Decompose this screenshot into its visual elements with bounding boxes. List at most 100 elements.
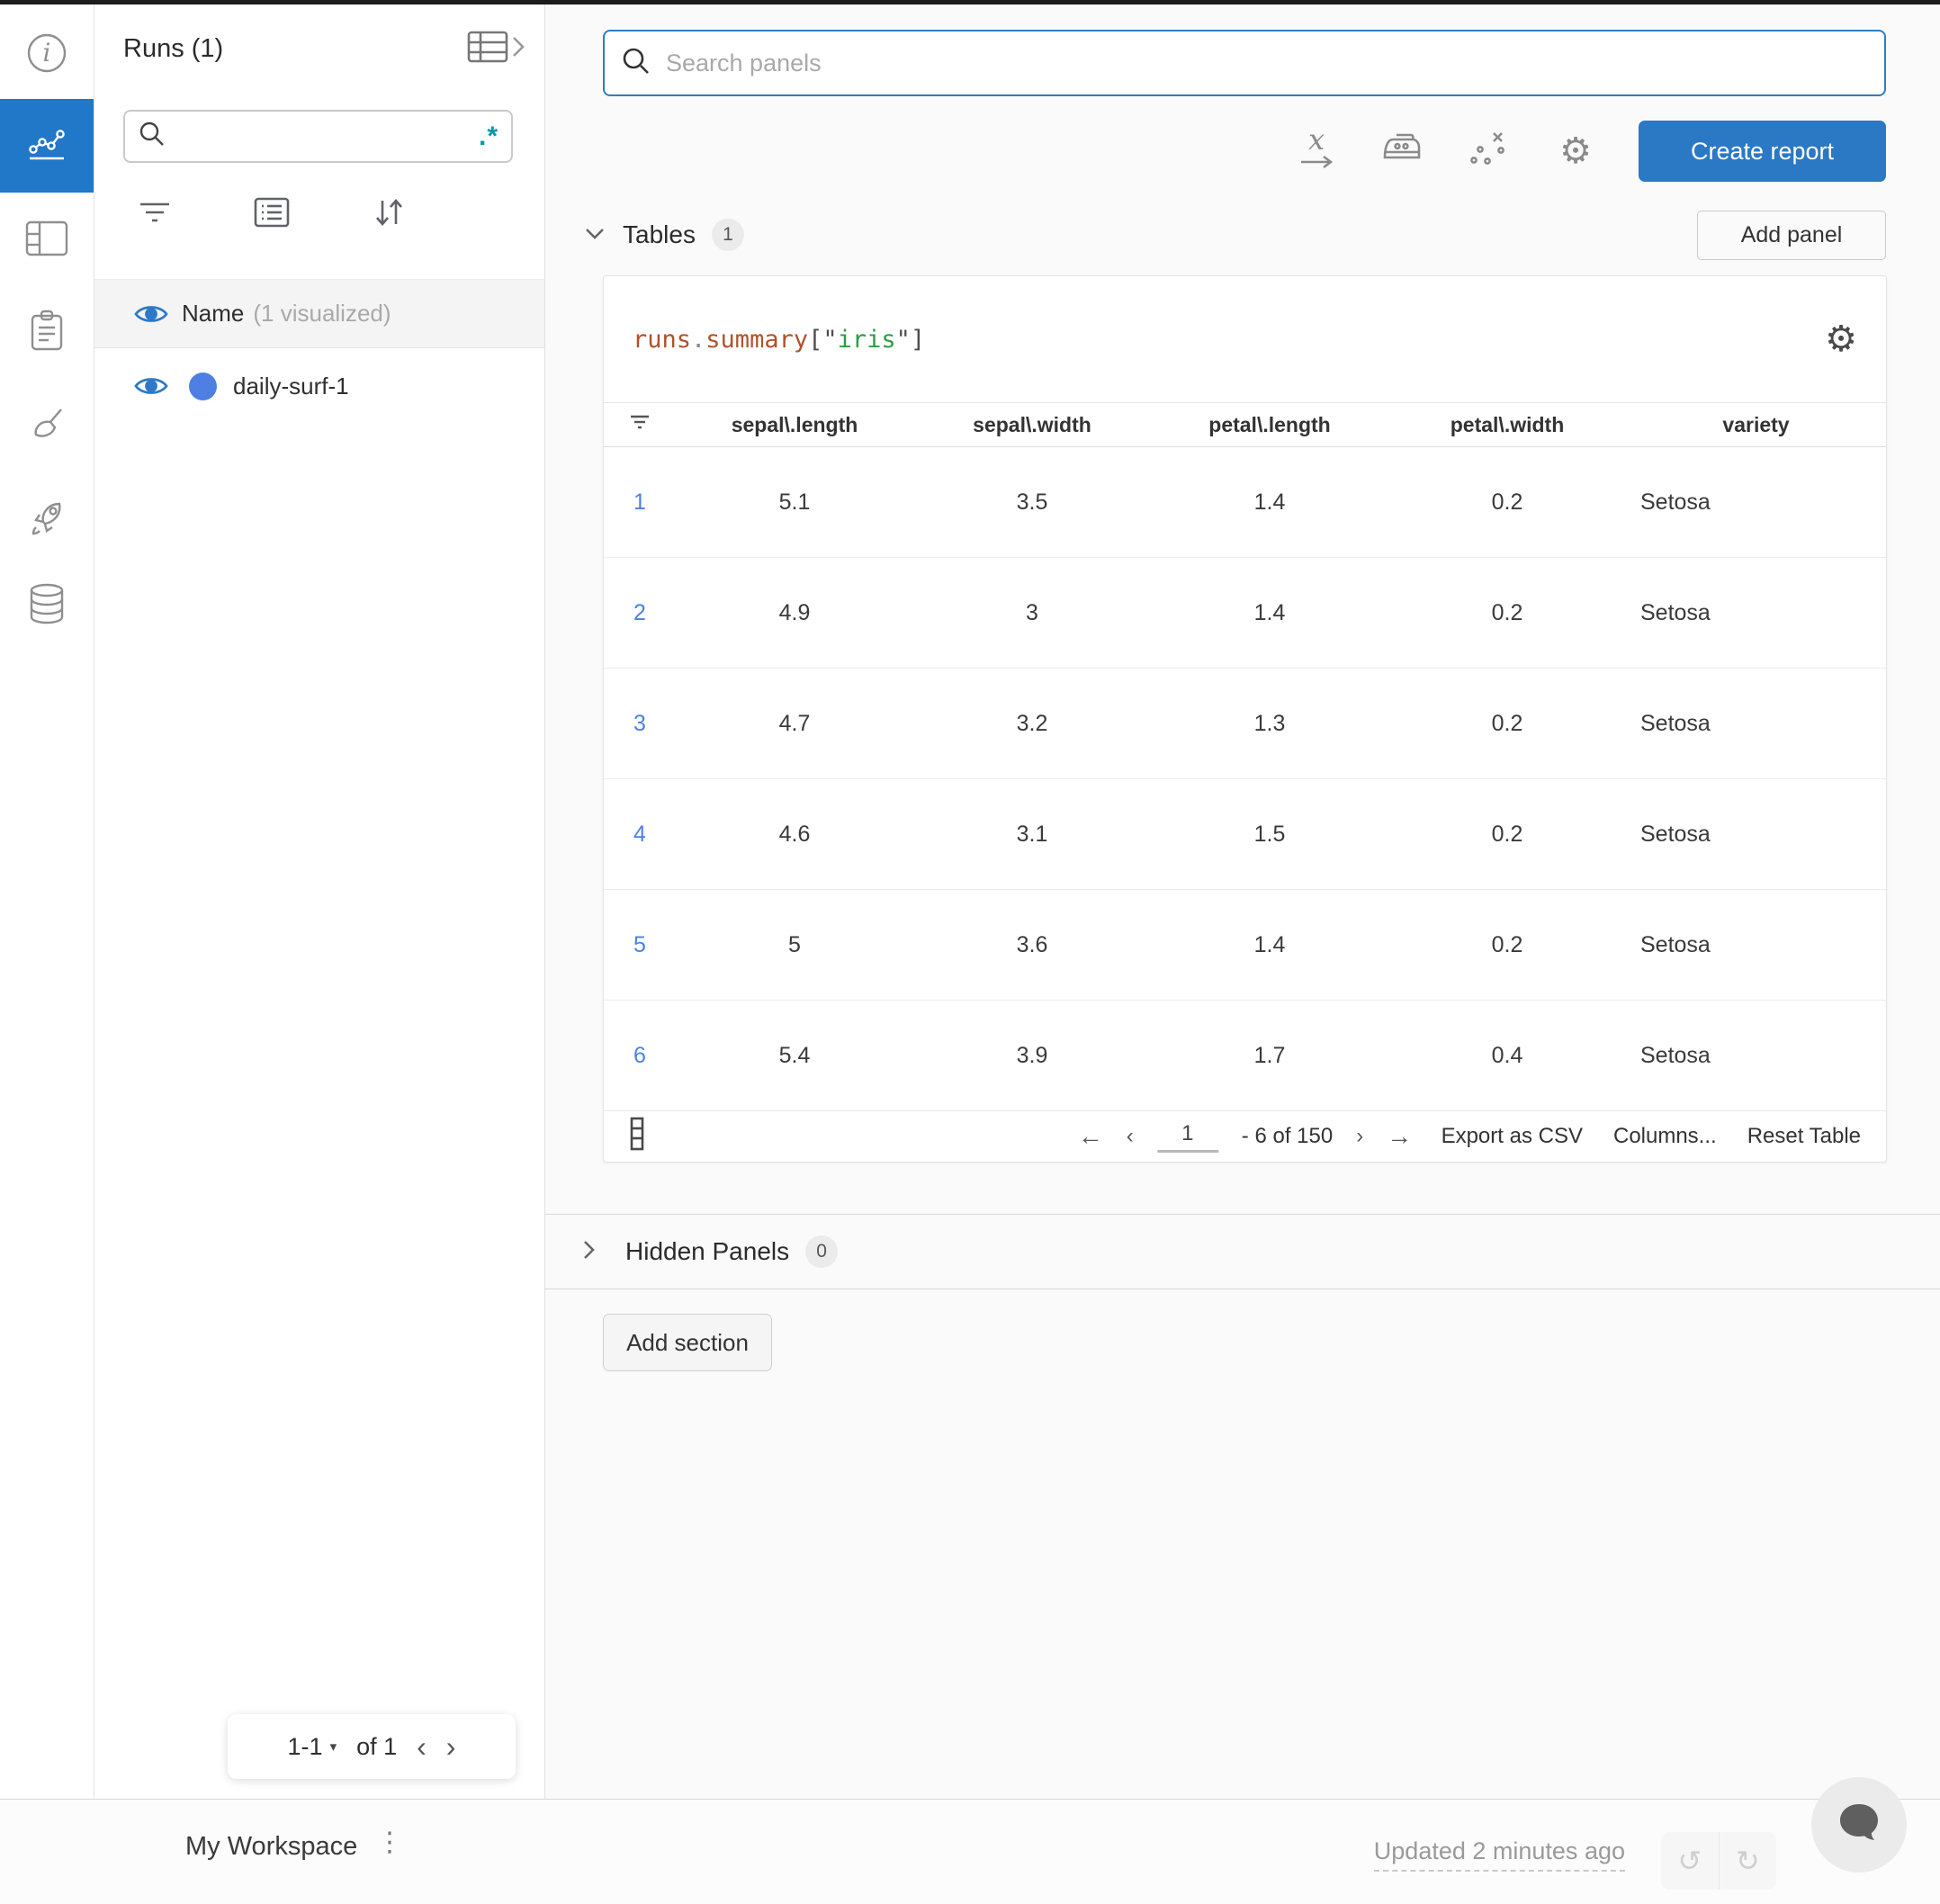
cell-value: Setosa <box>1640 489 1711 515</box>
code-bracket: ] <box>910 325 926 354</box>
outliers-icon <box>1468 128 1511 175</box>
cell-value: 3.6 <box>1016 931 1048 957</box>
reset-table-button[interactable]: Reset Table <box>1747 1124 1861 1149</box>
runs-table-expand-button[interactable] <box>467 30 526 68</box>
outliers-settings-button[interactable] <box>1464 126 1514 176</box>
workspace-settings-button[interactable]: ⚙ <box>1550 126 1601 176</box>
sweep-button[interactable] <box>0 395 94 460</box>
runs-panel-title: Runs (1) <box>123 34 224 63</box>
cell-value: 3.2 <box>1016 710 1048 736</box>
gear-icon: ⚙ <box>1559 130 1592 172</box>
notes-button[interactable] <box>0 301 94 365</box>
cell-value: 0.2 <box>1491 821 1523 847</box>
table-filter-button[interactable] <box>604 412 676 437</box>
panels-layout-button[interactable] <box>0 208 94 273</box>
caret-down-icon: ▾ <box>329 1739 337 1755</box>
cell-value: 1.4 <box>1253 599 1286 625</box>
table-panel-card: runs.summary["iris"] ⚙ sepal\.length sep… <box>603 275 1887 1163</box>
code-dot: . <box>691 325 706 354</box>
updated-timestamp[interactable]: Updated 2 minutes ago <box>1373 1837 1625 1872</box>
cell-value: Setosa <box>1640 931 1711 957</box>
column-header[interactable]: sepal\.width <box>913 413 1151 437</box>
runs-next-page-icon[interactable]: › <box>446 1732 456 1761</box>
cell-value: 1.4 <box>1253 931 1286 957</box>
row-index-link[interactable]: 6 <box>604 1043 676 1069</box>
column-header[interactable]: sepal\.length <box>676 413 913 437</box>
cell-value: 0.2 <box>1491 599 1523 625</box>
runs-prev-page-icon[interactable]: ‹ <box>417 1732 427 1761</box>
sort-runs-button[interactable] <box>357 189 420 239</box>
cell-value: 4.7 <box>778 710 811 736</box>
cell-value: 4.6 <box>778 821 811 847</box>
table-pagination-bar: ← ‹ - 6 of 150 › → Export as CSV Columns… <box>604 1111 1886 1162</box>
undo-icon[interactable]: ↺ <box>1661 1832 1720 1890</box>
cell-value: Setosa <box>1640 710 1711 736</box>
first-page-icon[interactable]: ← <box>1078 1124 1103 1149</box>
create-report-button[interactable]: Create report <box>1639 121 1886 182</box>
group-runs-button[interactable] <box>240 189 303 239</box>
tables-collapse-toggle[interactable] <box>583 225 614 246</box>
launch-button[interactable] <box>0 488 94 552</box>
row-index-link[interactable]: 1 <box>604 489 676 516</box>
column-view-icon[interactable] <box>629 1116 645 1158</box>
cell-value: 0.2 <box>1491 931 1523 957</box>
info-button[interactable]: i <box>0 22 94 87</box>
chevron-right-icon <box>510 32 526 66</box>
filter-runs-button[interactable] <box>123 189 186 239</box>
x-axis-icon: x <box>1296 122 1337 177</box>
next-page-icon[interactable]: › <box>1356 1126 1363 1147</box>
svg-text:x: x <box>1308 126 1325 157</box>
run-row-daily-surf-1[interactable]: daily-surf-1 <box>94 349 544 423</box>
chevron-down-icon <box>583 225 606 246</box>
row-index-link[interactable]: 3 <box>604 711 676 737</box>
redo-icon[interactable]: ↻ <box>1720 1832 1777 1890</box>
runs-search-input[interactable] <box>166 122 479 150</box>
eye-visibility-icon[interactable] <box>133 301 169 327</box>
page-number-input[interactable] <box>1156 1120 1218 1153</box>
row-index-link[interactable]: 2 <box>604 600 676 626</box>
cell-value: 1.5 <box>1253 821 1286 847</box>
runs-table-icon <box>467 30 508 68</box>
hidden-panels-toggle[interactable] <box>580 1238 611 1266</box>
runs-pagination: 1-1 ▾ of 1 ‹ › <box>228 1714 516 1779</box>
columns-button[interactable]: Columns... <box>1613 1124 1717 1149</box>
panel-settings-gear-icon[interactable]: ⚙ <box>1825 321 1857 357</box>
smoothing-settings-button[interactable] <box>1378 126 1428 176</box>
x-axis-settings-button[interactable]: x <box>1291 122 1342 177</box>
tables-section-title: Tables <box>623 220 696 248</box>
filter-icon <box>628 412 651 437</box>
cell-value: 1.4 <box>1253 489 1286 515</box>
charts-tab-active[interactable] <box>0 99 94 193</box>
row-index-link[interactable]: 4 <box>604 822 676 848</box>
runs-sidebar: Runs (1) .* Name (1 visualized) daily-su… <box>94 4 545 1800</box>
row-index-link[interactable]: 5 <box>604 932 676 958</box>
column-header[interactable]: petal\.length <box>1151 413 1388 437</box>
artifacts-button[interactable] <box>0 573 94 638</box>
table-row: 5 5 3.6 1.4 0.2 Setosa <box>604 890 1886 1001</box>
export-csv-button[interactable]: Export as CSV <box>1442 1124 1583 1149</box>
filter-icon <box>137 199 173 230</box>
column-header[interactable]: petal\.width <box>1388 413 1626 437</box>
cell-value: 3.9 <box>1016 1042 1048 1068</box>
column-header[interactable]: variety <box>1626 413 1886 437</box>
add-section-button[interactable]: Add section <box>603 1314 772 1371</box>
add-panel-button[interactable]: Add panel <box>1697 210 1886 260</box>
cell-value: 1.3 <box>1253 710 1286 736</box>
chat-bubble-icon <box>1833 1797 1885 1854</box>
prev-page-icon[interactable]: ‹ <box>1127 1126 1134 1147</box>
rocket-icon <box>25 497 68 544</box>
help-chat-button[interactable] <box>1811 1777 1907 1873</box>
cell-value: 3 <box>1026 599 1038 625</box>
cell-value: 5.1 <box>778 489 811 515</box>
panel-title-expression: runs.summary["iris"] <box>633 326 925 354</box>
workspace-menu-icon[interactable]: ⋮ <box>376 1827 403 1858</box>
list-icon <box>254 197 290 232</box>
regex-toggle-icon[interactable]: .* <box>479 122 498 149</box>
last-page-icon[interactable]: → <box>1387 1124 1412 1149</box>
search-icon <box>621 46 651 81</box>
cell-value: 5.4 <box>778 1042 811 1068</box>
cell-value: 4.9 <box>778 599 811 625</box>
panel-search-input[interactable] <box>664 48 1868 78</box>
runs-page-size-dropdown[interactable]: 1-1 ▾ <box>288 1733 337 1761</box>
eye-visibility-icon[interactable] <box>133 373 169 399</box>
